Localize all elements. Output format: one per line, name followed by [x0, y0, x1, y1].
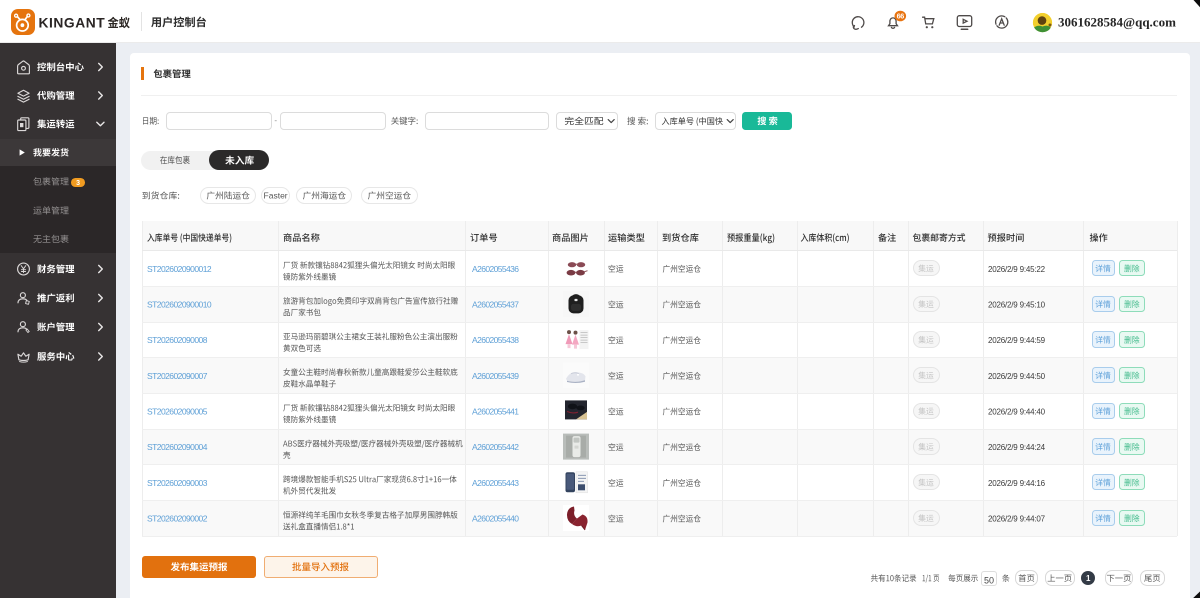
svg-text:ST202602090007: ST202602090007: [147, 371, 208, 381]
svg-text:2026/2/9 9:44:16: 2026/2/9 9:44:16: [988, 479, 1046, 488]
svg-text:ST202602090008: ST202602090008: [147, 335, 208, 345]
svg-text:A2602055442: A2602055442: [472, 442, 519, 452]
svg-text:A2602055439: A2602055439: [472, 371, 519, 381]
svg-text:A2602055440: A2602055440: [472, 514, 519, 524]
svg-text:3: 3: [76, 180, 80, 187]
svg-text:A2602055441: A2602055441: [472, 407, 519, 417]
svg-text:2026/2/9 9:44:07: 2026/2/9 9:44:07: [988, 515, 1046, 524]
svg-text:2026/2/9 9:45:22: 2026/2/9 9:45:22: [988, 265, 1046, 274]
svg-text:66: 66: [897, 12, 905, 21]
svg-text:ST202602090002: ST202602090002: [147, 514, 208, 524]
svg-text:ST202602090005: ST202602090005: [147, 407, 208, 417]
svg-text:Faster: Faster: [264, 191, 288, 201]
svg-text:A2602055436: A2602055436: [472, 264, 519, 274]
svg-text:ST2026020900010: ST2026020900010: [147, 300, 212, 310]
svg-text:ST202602090003: ST202602090003: [147, 478, 208, 488]
svg-text:1: 1: [1086, 574, 1091, 583]
svg-text:3061628584@qq.com: 3061628584@qq.com: [1058, 14, 1176, 29]
svg-text:2026/2/9 9:44:50: 2026/2/9 9:44:50: [988, 372, 1046, 381]
svg-text:A2602055438: A2602055438: [472, 335, 519, 345]
svg-text:2026/2/9 9:44:59: 2026/2/9 9:44:59: [988, 336, 1046, 345]
svg-text:2026/2/9 9:45:10: 2026/2/9 9:45:10: [988, 301, 1046, 310]
svg-text:KINGANT: KINGANT: [39, 15, 106, 30]
svg-text:A2602055437: A2602055437: [472, 300, 519, 310]
svg-text:A2602055443: A2602055443: [472, 478, 519, 488]
svg-text:ST202602090004: ST202602090004: [147, 442, 208, 452]
svg-text:-: -: [274, 116, 277, 125]
svg-text:50: 50: [984, 575, 994, 585]
svg-text:ST2026020900012: ST2026020900012: [147, 264, 212, 274]
svg-text:2026/2/9 9:44:24: 2026/2/9 9:44:24: [988, 443, 1046, 452]
svg-text:2026/2/9 9:44:40: 2026/2/9 9:44:40: [988, 408, 1046, 417]
